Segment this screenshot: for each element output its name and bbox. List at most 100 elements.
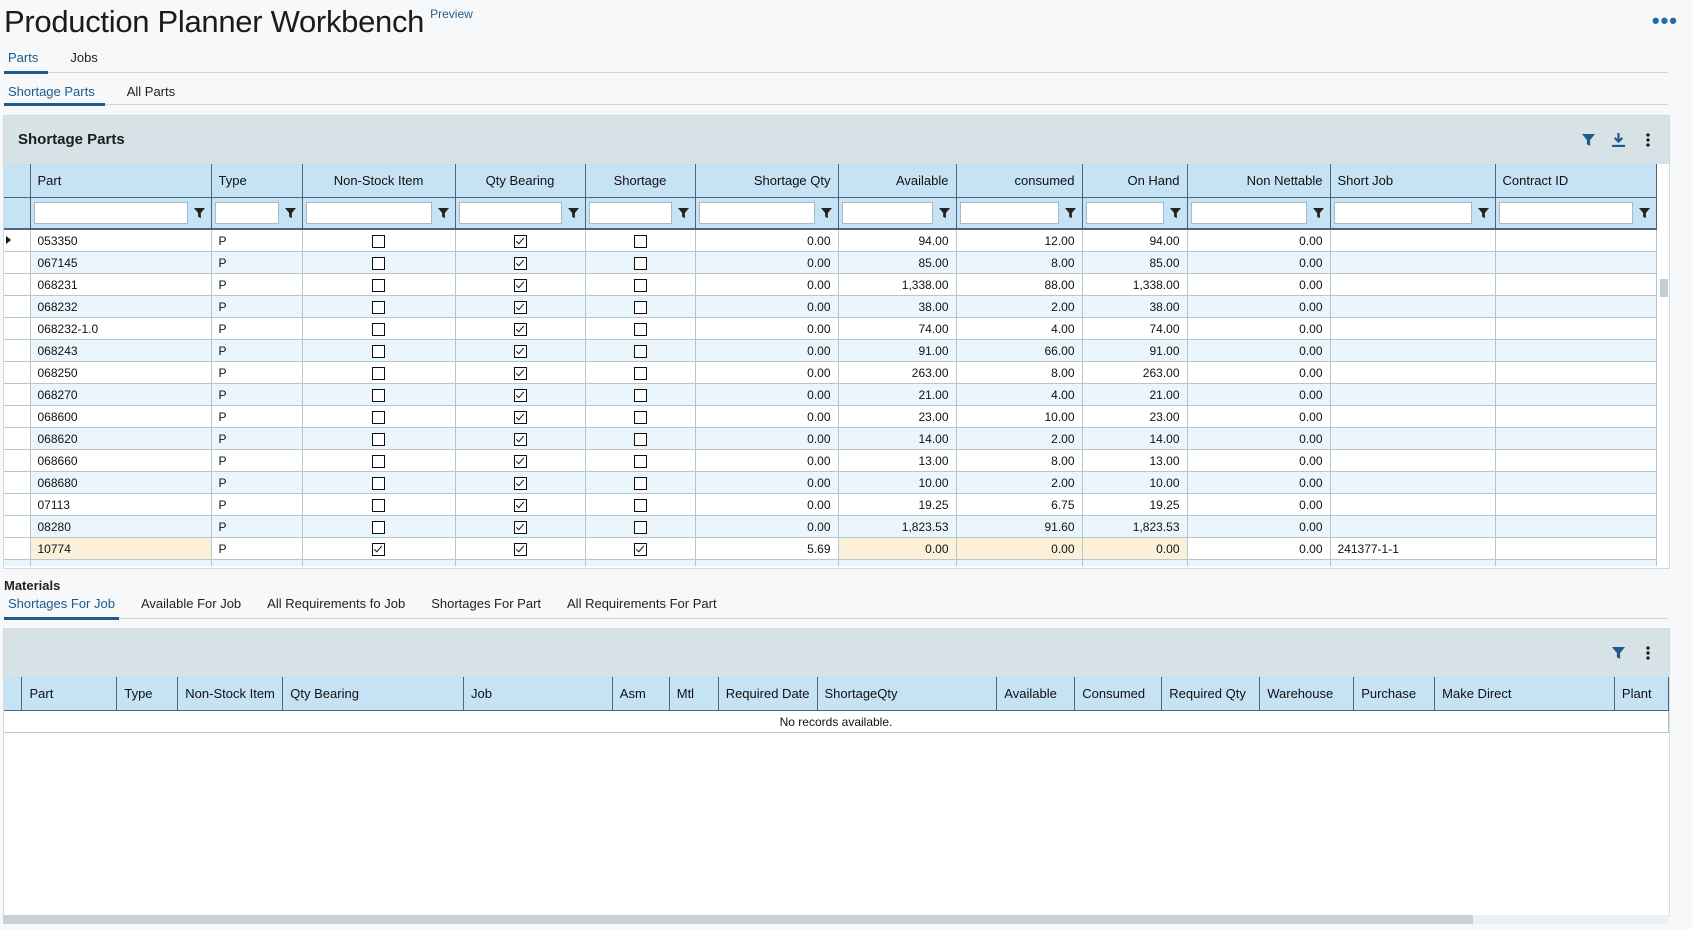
column-header-mtl[interactable]: Mtl [669,677,719,711]
cell-short-job[interactable] [1330,339,1496,362]
cell-non-nettable[interactable]: 0.00 [1187,493,1331,516]
row-selector[interactable] [4,493,31,516]
cell-short-job[interactable] [1330,295,1496,318]
cell-part[interactable]: 068270 [30,383,212,406]
cell-available[interactable]: 74.00 [838,317,957,340]
cell-part[interactable]: 068620 [30,427,212,450]
tab-all-parts[interactable]: All Parts [123,84,185,104]
cell-contract-id[interactable] [1495,273,1657,296]
filter-icon[interactable] [436,205,452,221]
cell-on-hand[interactable]: 21.00 [1082,383,1188,406]
cell-on-hand[interactable]: 0.00 [1082,537,1188,560]
cell-contract-id[interactable] [1495,383,1657,406]
cell-contract-id[interactable] [1495,515,1657,538]
cell-shortage-qty[interactable]: 0.00 [695,449,839,472]
column-header-consumed[interactable]: Consumed [1074,677,1163,711]
download-icon[interactable] [1609,131,1627,149]
horizontal-scrollbar[interactable] [3,915,1668,924]
cell-on-hand[interactable]: 1,823.53 [1082,515,1188,538]
column-header-type[interactable]: Type [116,677,179,711]
qty-bearing-checkbox[interactable] [513,366,527,380]
qty-bearing-checkbox[interactable] [513,520,527,534]
cell-consumed[interactable]: 0.00 [956,537,1083,560]
filter-icon[interactable] [1311,205,1327,221]
cell-available[interactable]: 263.00 [838,361,957,384]
cell-type[interactable]: P [211,295,303,318]
cell-available[interactable]: 0.00 [838,537,957,560]
cell-part[interactable]: 068232 [30,295,212,318]
cell-available[interactable]: 14.00 [838,427,957,450]
row-selector[interactable] [4,405,31,428]
cell-non-nettable[interactable]: 0.00 [1187,449,1331,472]
filter-icon[interactable] [1063,205,1079,221]
cell-type[interactable]: P [211,317,303,340]
cell-part[interactable]: 053350 [30,229,212,252]
cell-part[interactable]: 067145 [30,251,212,274]
cell-contract-id[interactable] [1495,317,1657,340]
column-header-on-hand[interactable]: On Hand [1082,164,1188,198]
row-selector[interactable] [4,229,31,252]
column-header-non-nettable[interactable]: Non Nettable [1187,164,1331,198]
filter-icon[interactable] [1168,205,1184,221]
cell-on-hand[interactable]: 14.00 [1082,427,1188,450]
non-stock-checkbox[interactable] [372,278,385,292]
cell-consumed[interactable]: 2.00 [956,471,1083,494]
filter-icon[interactable] [1579,131,1597,149]
cell-part[interactable]: 068250 [30,361,212,384]
cell-type[interactable]: P [211,471,303,494]
non-stock-checkbox[interactable] [372,542,385,556]
filter-icon[interactable] [1476,205,1492,221]
row-selector[interactable] [4,251,31,274]
cell-short-job[interactable] [1330,427,1496,450]
qty-bearing-checkbox[interactable] [513,388,527,402]
filter-icon[interactable] [566,205,582,221]
row-selector[interactable] [4,515,31,538]
non-stock-checkbox[interactable] [372,476,385,490]
cell-on-hand[interactable]: 91.00 [1082,339,1188,362]
column-header-non-stock-item[interactable]: Non-Stock Item [302,164,456,198]
cell-contract-id[interactable] [1495,229,1657,252]
cell-on-hand[interactable]: 19.25 [1082,493,1188,516]
cell-shortage-qty[interactable]: 0.00 [695,405,839,428]
cell-non-nettable[interactable]: 0.00 [1187,317,1331,340]
non-stock-checkbox[interactable] [372,234,385,248]
row-selector[interactable] [4,339,31,362]
tab-available-for-job[interactable]: Available For Job [137,596,245,618]
column-header-shortage-qty[interactable]: ShortageQty [817,677,998,711]
cell-available[interactable]: 13.00 [838,449,957,472]
qty-bearing-checkbox[interactable] [513,256,527,270]
cell-on-hand[interactable]: 38.00 [1082,295,1188,318]
cell-shortage-qty[interactable]: 0.00 [695,361,839,384]
cell-part[interactable]: 068660 [30,449,212,472]
table-row[interactable]: 07113 P 0.00 19.25 6.75 19.25 0.00 [4,493,1657,516]
cell-non-nettable[interactable]: 0.00 [1187,471,1331,494]
kebab-menu-icon[interactable] [1639,131,1657,149]
cell-shortage-qty[interactable]: 0.00 [695,339,839,362]
cell-type[interactable]: P [211,339,303,362]
cell-short-job[interactable] [1330,273,1496,296]
tab-all-requirements-for-job[interactable]: All Requirements fo Job [263,596,409,618]
cell-short-job[interactable] [1330,229,1496,252]
row-selector[interactable] [4,273,31,296]
cell-shortage-qty[interactable]: 0.00 [695,383,839,406]
cell-type[interactable]: P [211,427,303,450]
more-options-button[interactable]: ••• [1652,8,1678,34]
non-stock-checkbox[interactable] [372,344,385,358]
kebab-menu-icon[interactable] [1639,644,1657,662]
cell-available[interactable]: 21.00 [838,383,957,406]
column-header-shortage[interactable]: Shortage [585,164,696,198]
cell-on-hand[interactable]: 263.00 [1082,361,1188,384]
column-header-part[interactable]: Part [30,164,212,198]
cell-type[interactable]: P [211,229,303,252]
filter-input-shortage-qty[interactable] [698,202,815,224]
table-row[interactable]: 068232-1.0 P 0.00 74.00 4.00 74.00 0.00 [4,317,1657,340]
cell-type[interactable]: P [211,449,303,472]
cell-consumed[interactable]: 66.00 [956,339,1083,362]
tab-all-requirements-for-part[interactable]: All Requirements For Part [563,596,721,618]
cell-consumed[interactable]: 8.00 [956,361,1083,384]
cell-shortage-qty[interactable]: 0.00 [695,229,839,252]
non-stock-checkbox[interactable] [372,498,385,512]
filter-input-qty-bearing[interactable] [458,202,562,224]
non-stock-checkbox[interactable] [372,322,385,336]
cell-type[interactable]: P [211,537,303,560]
